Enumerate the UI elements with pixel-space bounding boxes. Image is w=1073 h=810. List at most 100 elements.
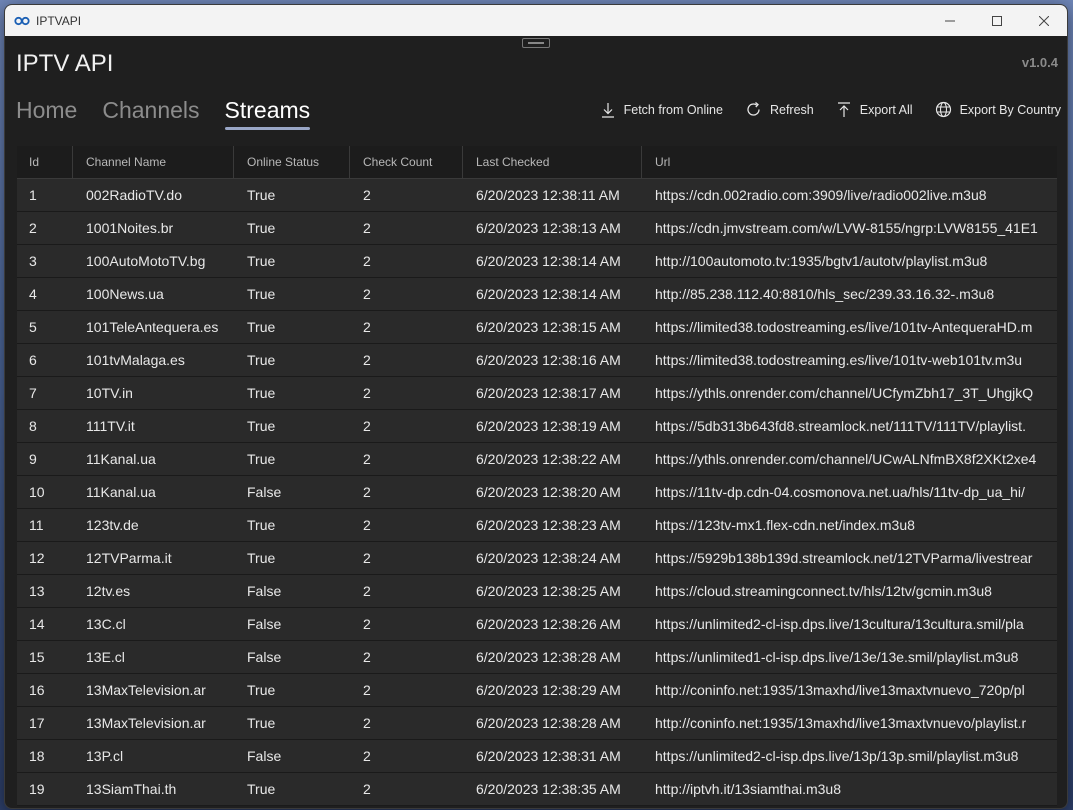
cell-id: 14 bbox=[29, 616, 45, 632]
refresh-button[interactable]: Refresh bbox=[745, 101, 814, 118]
cell-channel-name: 101tvMalaga.es bbox=[86, 352, 185, 368]
table-row[interactable]: 18 13P.cl False 2 6/20/2023 12:38:31 AM https… bbox=[17, 740, 1057, 773]
title-bar[interactable]: IPTVAPI bbox=[5, 5, 1067, 36]
cell-online-status: True bbox=[247, 715, 276, 731]
table-row[interactable]: 15 13E.cl False 2 6/20/2023 12:38:28 AM https… bbox=[17, 641, 1057, 674]
export-all-button[interactable]: Export All bbox=[836, 101, 913, 118]
table-row[interactable]: 4 100News.ua True 2 6/20/2023 12:38:14 AM htt… bbox=[17, 278, 1057, 311]
maximize-button[interactable] bbox=[973, 5, 1020, 36]
cell-online-status: True bbox=[247, 781, 276, 797]
table-row[interactable]: 3 100AutoMotoTV.bg True 2 6/20/2023 12:38:14… bbox=[17, 245, 1057, 278]
cell-url: http://100automoto.tv:1935/bgtv1/autotv/… bbox=[655, 253, 988, 269]
cell-check-count: 2 bbox=[363, 451, 371, 467]
cell-online-status: True bbox=[247, 352, 276, 368]
refresh-icon bbox=[747, 102, 760, 116]
cell-last-checked: 6/20/2023 12:38:35 AM bbox=[476, 781, 621, 797]
cell-check-count: 2 bbox=[363, 220, 371, 236]
cell-id: 8 bbox=[29, 418, 37, 434]
table-row[interactable]: 1 002RadioTV.do True 2 6/20/2023 12:38:11 AM… bbox=[17, 179, 1057, 212]
cell-online-status: False bbox=[247, 616, 282, 632]
maximize-icon bbox=[991, 15, 1002, 26]
column-header-last-checked[interactable]: Last Checked bbox=[463, 146, 642, 178]
refresh-label: Refresh bbox=[769, 102, 814, 117]
table-row[interactable]: 17 13MaxTelevision.ar True 2 6/20/2023 12:38… bbox=[17, 707, 1057, 740]
close-icon bbox=[1038, 15, 1049, 26]
grid-body: 1 002RadioTV.do True 2 6/20/2023 12:38:11 AM… bbox=[17, 179, 1057, 806]
cell-url: https://cdn.jmvstream.com/w/LVW-8155/ngr… bbox=[655, 220, 1038, 236]
cell-url: https://limited38.todostreaming.es/live/… bbox=[655, 352, 1023, 368]
table-row[interactable]: 11 123tv.de True 2 6/20/2023 12:38:23 AM http… bbox=[17, 509, 1057, 542]
cell-channel-name: 13P.cl bbox=[86, 748, 124, 764]
cell-last-checked: 6/20/2023 12:38:28 AM bbox=[476, 649, 621, 665]
table-row[interactable]: 19 13SiamThai.th True 2 6/20/2023 12:38:35 A… bbox=[17, 773, 1057, 806]
tab-home[interactable]: Home bbox=[16, 97, 77, 130]
cell-last-checked: 6/20/2023 12:38:26 AM bbox=[476, 616, 621, 632]
table-row[interactable]: 7 10TV.in True 2 6/20/2023 12:38:17 AM https:… bbox=[17, 377, 1057, 410]
table-row[interactable]: 14 13C.cl False 2 6/20/2023 12:38:26 AM https… bbox=[17, 608, 1057, 641]
cell-url: https://ythls.onrender.com/channel/UCfym… bbox=[655, 385, 1034, 401]
table-row[interactable]: 9 11Kanal.ua True 2 6/20/2023 12:38:22 AM htt… bbox=[17, 443, 1057, 476]
cell-online-status: False bbox=[247, 484, 282, 500]
table-row[interactable]: 2 1001Noites.br True 2 6/20/2023 12:38:13 AM… bbox=[17, 212, 1057, 245]
cell-online-status: False bbox=[247, 649, 282, 665]
cell-channel-name: 12TVParma.it bbox=[86, 550, 172, 566]
tab-streams[interactable]: Streams bbox=[224, 97, 310, 130]
column-header-check-count[interactable]: Check Count bbox=[350, 146, 463, 178]
minimize-button[interactable] bbox=[926, 5, 973, 36]
cell-last-checked: 6/20/2023 12:38:31 AM bbox=[476, 748, 621, 764]
cell-channel-name: 13E.cl bbox=[86, 649, 125, 665]
cell-url: https://unlimited1-cl-isp.dps.live/13e/1… bbox=[655, 649, 1019, 665]
table-row[interactable]: 16 13MaxTelevision.ar True 2 6/20/2023 12:38… bbox=[17, 674, 1057, 707]
tab-channels[interactable]: Channels bbox=[102, 97, 199, 130]
table-row[interactable]: 13 12tv.es False 2 6/20/2023 12:38:25 AM http… bbox=[17, 575, 1057, 608]
cell-id: 4 bbox=[29, 286, 37, 302]
cell-check-count: 2 bbox=[363, 319, 371, 335]
drag-handle[interactable] bbox=[522, 38, 550, 48]
cell-last-checked: 6/20/2023 12:38:15 AM bbox=[476, 319, 621, 335]
table-row[interactable]: 6 101tvMalaga.es True 2 6/20/2023 12:38:16 A… bbox=[17, 344, 1057, 377]
cell-check-count: 2 bbox=[363, 550, 371, 566]
nav-tabs: Home Channels Streams bbox=[16, 97, 310, 130]
cell-url: https://ythls.onrender.com/channel/UCwAL… bbox=[655, 451, 1037, 467]
cell-channel-name: 100News.ua bbox=[86, 286, 164, 302]
cell-id: 18 bbox=[29, 748, 45, 764]
export-by-country-button[interactable]: Export By Country bbox=[935, 101, 1061, 118]
app-window: IPTVAPI IPTV API v1.0.4 Home Channels St… bbox=[4, 4, 1068, 809]
cell-channel-name: 111TV.it bbox=[86, 418, 135, 434]
table-row[interactable]: 12 12TVParma.it True 2 6/20/2023 12:38:24 AM… bbox=[17, 542, 1057, 575]
cell-channel-name: 13SiamThai.th bbox=[86, 781, 177, 797]
column-header-online-status[interactable]: Online Status bbox=[234, 146, 350, 178]
download-icon bbox=[601, 102, 614, 118]
table-row[interactable]: 10 11Kanal.ua False 2 6/20/2023 12:38:20 AM h… bbox=[17, 476, 1057, 509]
streams-grid[interactable]: Id Channel Name Online Status Check Coun… bbox=[17, 146, 1057, 808]
cell-check-count: 2 bbox=[363, 715, 371, 731]
cell-last-checked: 6/20/2023 12:38:19 AM bbox=[476, 418, 621, 434]
cell-id: 16 bbox=[29, 682, 45, 698]
fetch-online-button[interactable]: Fetch from Online bbox=[600, 102, 723, 118]
table-row[interactable]: 8 111TV.it True 2 6/20/2023 12:38:19 AM https… bbox=[17, 410, 1057, 443]
cell-check-count: 2 bbox=[363, 418, 371, 434]
cell-check-count: 2 bbox=[363, 352, 371, 368]
column-header-url[interactable]: Url bbox=[642, 146, 1057, 178]
version-label: v1.0.4 bbox=[1021, 55, 1058, 70]
cell-check-count: 2 bbox=[363, 616, 371, 632]
cell-online-status: False bbox=[247, 748, 282, 764]
cell-url: https://cloud.streamingconnect.tv/hls/12… bbox=[655, 583, 992, 599]
cell-online-status: True bbox=[247, 385, 276, 401]
cell-online-status: True bbox=[247, 517, 276, 533]
cell-channel-name: 13MaxTelevision.ar bbox=[86, 682, 206, 698]
cell-online-status: True bbox=[247, 550, 276, 566]
column-header-id[interactable]: Id bbox=[17, 146, 73, 178]
column-header-channel-name[interactable]: Channel Name bbox=[73, 146, 234, 178]
toolbar: Fetch from Online Refresh Export All Exp… bbox=[600, 101, 1061, 118]
app-logo-icon bbox=[14, 16, 30, 26]
close-button[interactable] bbox=[1020, 5, 1067, 36]
cell-check-count: 2 bbox=[363, 187, 371, 203]
grid-header: Id Channel Name Online Status Check Coun… bbox=[17, 146, 1057, 179]
table-row[interactable]: 5 101TeleAntequera.es True 2 6/20/2023 12:38… bbox=[17, 311, 1057, 344]
cell-id: 12 bbox=[29, 550, 45, 566]
export-all-label: Export All bbox=[859, 102, 913, 117]
cell-url: https://unlimited2-cl-isp.dps.live/13cul… bbox=[655, 616, 1024, 632]
cell-check-count: 2 bbox=[363, 286, 371, 302]
window-title: IPTVAPI bbox=[36, 13, 82, 28]
